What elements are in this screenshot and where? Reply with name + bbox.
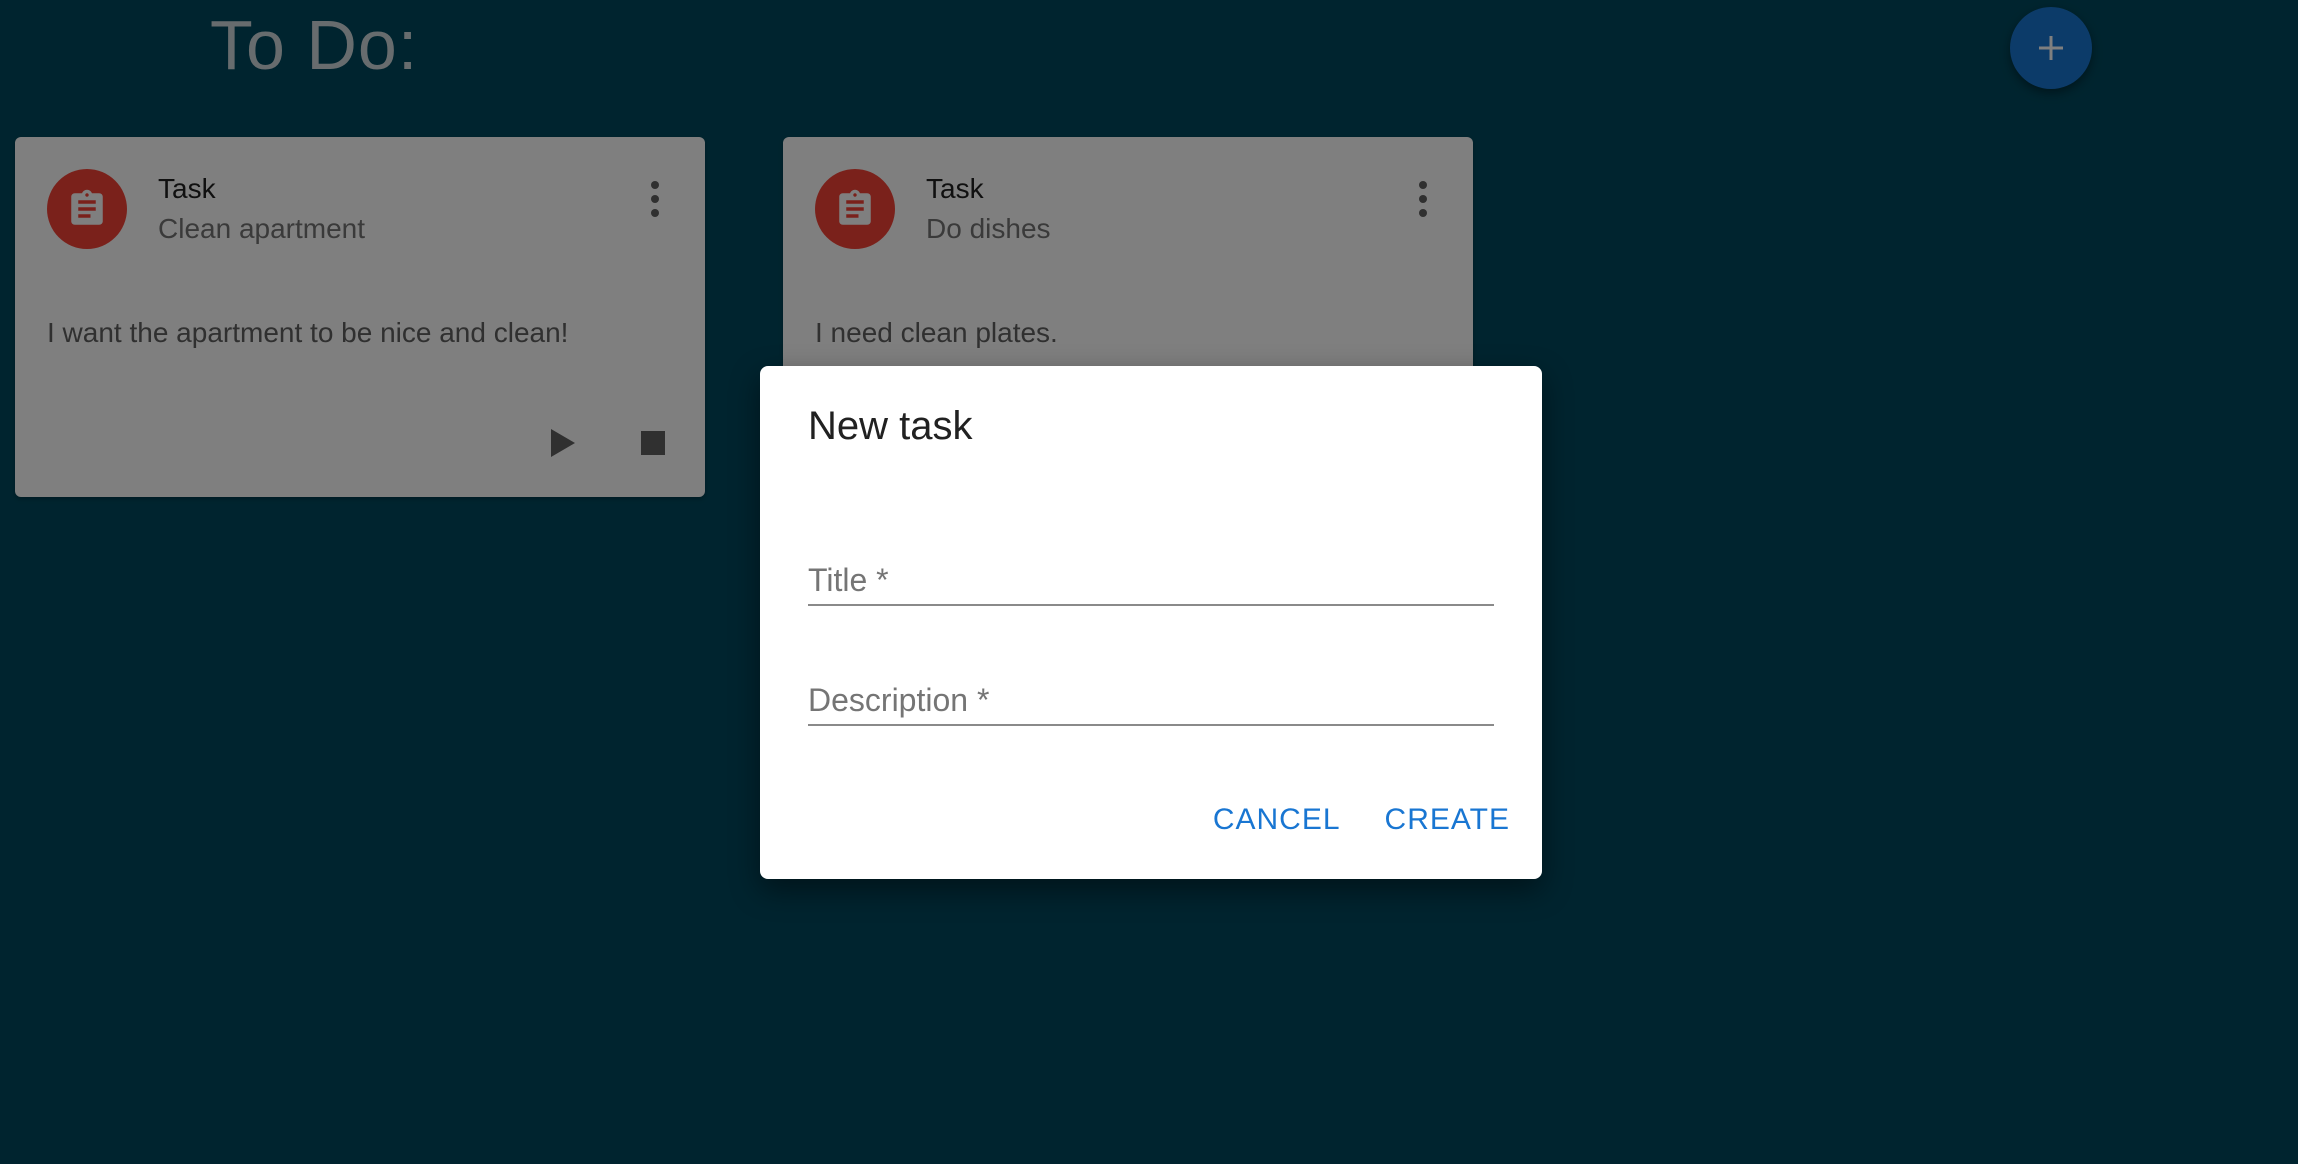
title-input[interactable]	[808, 544, 1498, 606]
new-task-dialog: New task Title * Description * CANCEL CR…	[760, 366, 1542, 879]
description-input[interactable]	[808, 664, 1498, 726]
description-field[interactable]: Description *	[808, 664, 1498, 726]
dialog-actions: CANCEL CREATE	[1213, 803, 1510, 837]
dialog-title: New task	[808, 404, 973, 448]
cancel-button[interactable]: CANCEL	[1213, 803, 1341, 837]
create-button[interactable]: CREATE	[1385, 803, 1510, 837]
title-field[interactable]: Title *	[808, 544, 1498, 606]
